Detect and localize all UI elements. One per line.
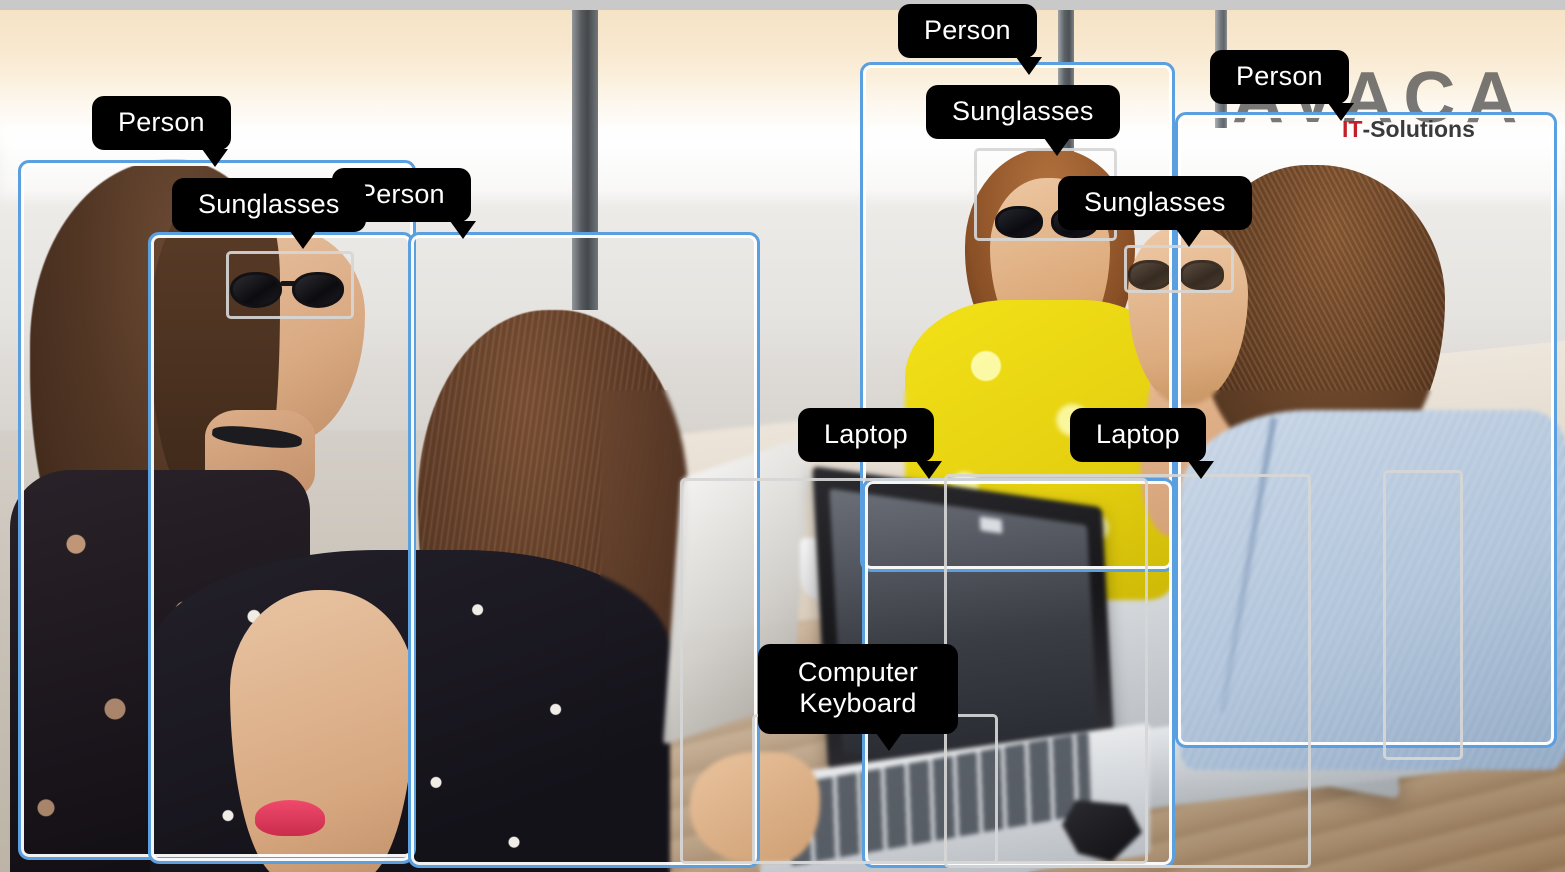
det-keyboard-1-label-text: Computer Keyboard — [797, 657, 919, 719]
det-sunglasses-2-label-text: Sunglasses — [952, 96, 1094, 126]
det-person-1-label: Person — [92, 96, 231, 168]
det-person-3-label-text: Person — [924, 15, 1011, 45]
det-person-1-label-text: Person — [118, 107, 205, 137]
lens-right-icon — [292, 272, 344, 308]
person2-hand — [690, 752, 820, 862]
det-laptop-1-label-text: Laptop — [824, 419, 908, 449]
det-person-2-label-pointer — [450, 221, 476, 240]
det-laptop-2-label-text: Laptop — [1096, 419, 1180, 449]
det-person-4-label-pointer — [1328, 103, 1354, 122]
det-sunglasses-3-label-text: Sunglasses — [1084, 187, 1226, 217]
det-sunglasses-1-label-pointer — [290, 231, 316, 250]
det-laptop-2-label-pointer — [1188, 461, 1214, 480]
det-person-3-label-pointer — [1016, 57, 1042, 76]
det-person-3-label: Person — [898, 4, 1042, 76]
watermark-rest: -Solutions — [1362, 116, 1475, 142]
window-mullion-1 — [572, 10, 598, 310]
watermark-subtitle: IT-Solutions — [1342, 118, 1475, 141]
det-sunglasses-3-label-pointer — [1176, 229, 1202, 248]
det-laptop-1-label-pointer — [916, 461, 942, 480]
person4-denim-jacket — [1180, 410, 1565, 770]
detection-canvas: AVACA IT-Solutions Person Person Person Per… — [0, 0, 1565, 872]
source-photo — [0, 10, 1565, 872]
det-sunglasses-2-label-pointer — [1044, 138, 1070, 157]
det-keyboard-1-label: Computer Keyboard — [758, 644, 958, 751]
det-sunglasses-2-label: Sunglasses — [926, 85, 1120, 157]
person2-pink-accent — [255, 800, 325, 836]
lens-left-icon — [1128, 260, 1172, 290]
top-gray-strip — [0, 0, 1565, 10]
det-laptop-1-label: Laptop — [798, 408, 942, 480]
lens-right-icon — [1180, 260, 1224, 290]
det-person-4-label: Person — [1210, 50, 1354, 122]
det-keyboard-1-label-pointer — [876, 732, 902, 751]
det-person-1-label-pointer — [202, 149, 228, 168]
lens-left-icon — [995, 206, 1043, 238]
det-sunglasses-3-label: Sunglasses — [1058, 176, 1252, 248]
det-sunglasses-1-label: Sunglasses — [172, 178, 366, 250]
person4-sunglasses — [1128, 260, 1228, 292]
det-sunglasses-1-label-text: Sunglasses — [198, 189, 340, 219]
person2-back-skin — [230, 590, 415, 872]
det-person-4-label-text: Person — [1236, 61, 1323, 91]
det-laptop-2-label: Laptop — [1070, 408, 1214, 480]
lens-left-icon — [230, 272, 282, 308]
person1-sunglasses — [230, 272, 358, 310]
det-person-2-label-text: Person — [358, 179, 445, 209]
